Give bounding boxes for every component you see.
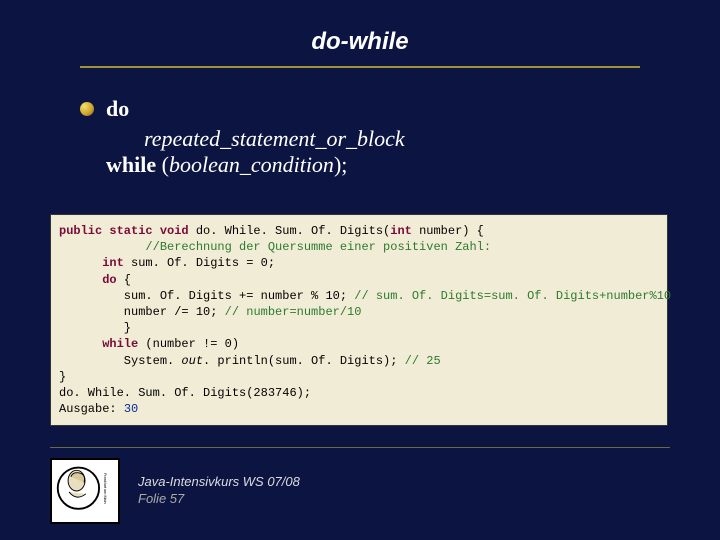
code-text: } bbox=[59, 321, 131, 335]
syntax-condition: boolean_condition bbox=[169, 152, 334, 177]
keyword-do: do bbox=[106, 96, 129, 122]
syntax-body: repeated_statement_or_block bbox=[144, 126, 405, 151]
code-comment: // number=number/10 bbox=[225, 305, 362, 319]
code-output-value: 30 bbox=[124, 402, 138, 416]
code-kw: int bbox=[59, 256, 124, 270]
code-text: (number != 0) bbox=[138, 337, 239, 351]
footer-text: Java-Intensivkurs WS 07/08 Folie 57 bbox=[138, 474, 300, 508]
syntax-line-3: while (boolean_condition); bbox=[106, 152, 640, 178]
syntax-line-2: repeated_statement_or_block bbox=[144, 126, 640, 152]
code-text: sum. Of. Digits += number % 10; bbox=[59, 289, 354, 303]
university-logo: Frankfurt am Main bbox=[50, 458, 120, 524]
slide-title: do-while bbox=[0, 0, 720, 64]
code-text: System. bbox=[59, 354, 181, 368]
svg-text:Frankfurt am Main: Frankfurt am Main bbox=[103, 473, 107, 503]
paren-close: ); bbox=[334, 152, 347, 177]
code-kw: while bbox=[59, 337, 138, 351]
code-text: number) { bbox=[412, 224, 484, 238]
code-text: { bbox=[117, 273, 131, 287]
syntax-line-1: do bbox=[80, 96, 640, 122]
code-text: sum. Of. Digits = 0; bbox=[124, 256, 275, 270]
code-kw: do bbox=[59, 273, 117, 287]
code-kw: int bbox=[390, 224, 412, 238]
code-output-label: Ausgabe: bbox=[59, 402, 124, 416]
code-kw: public static void bbox=[59, 224, 189, 238]
code-comment: // 25 bbox=[405, 354, 441, 368]
code-static: out bbox=[181, 354, 203, 368]
code-text: } bbox=[59, 370, 66, 384]
code-text: do. While. Sum. Of. Digits(283746); bbox=[59, 386, 311, 400]
slide-footer: Frankfurt am Main Java-Intensivkurs WS 0… bbox=[50, 458, 300, 524]
paren-open: ( bbox=[156, 152, 169, 177]
slide-content: do repeated_statement_or_block while (bo… bbox=[0, 68, 720, 188]
code-comment: // sum. Of. Digits=sum. Of. Digits+numbe… bbox=[354, 289, 671, 303]
code-comment: //Berechnung der Quersumme einer positiv… bbox=[59, 240, 491, 254]
footer-course: Java-Intensivkurs WS 07/08 bbox=[138, 474, 300, 491]
code-example: public static void do. While. Sum. Of. D… bbox=[50, 214, 668, 426]
footer-separator bbox=[50, 447, 670, 448]
footer-slide-number: Folie 57 bbox=[138, 491, 300, 508]
code-text: do. While. Sum. Of. Digits( bbox=[189, 224, 391, 238]
keyword-while: while bbox=[106, 152, 156, 177]
code-text: . println(sum. Of. Digits); bbox=[203, 354, 405, 368]
bullet-icon bbox=[80, 102, 94, 116]
code-text: number /= 10; bbox=[59, 305, 225, 319]
